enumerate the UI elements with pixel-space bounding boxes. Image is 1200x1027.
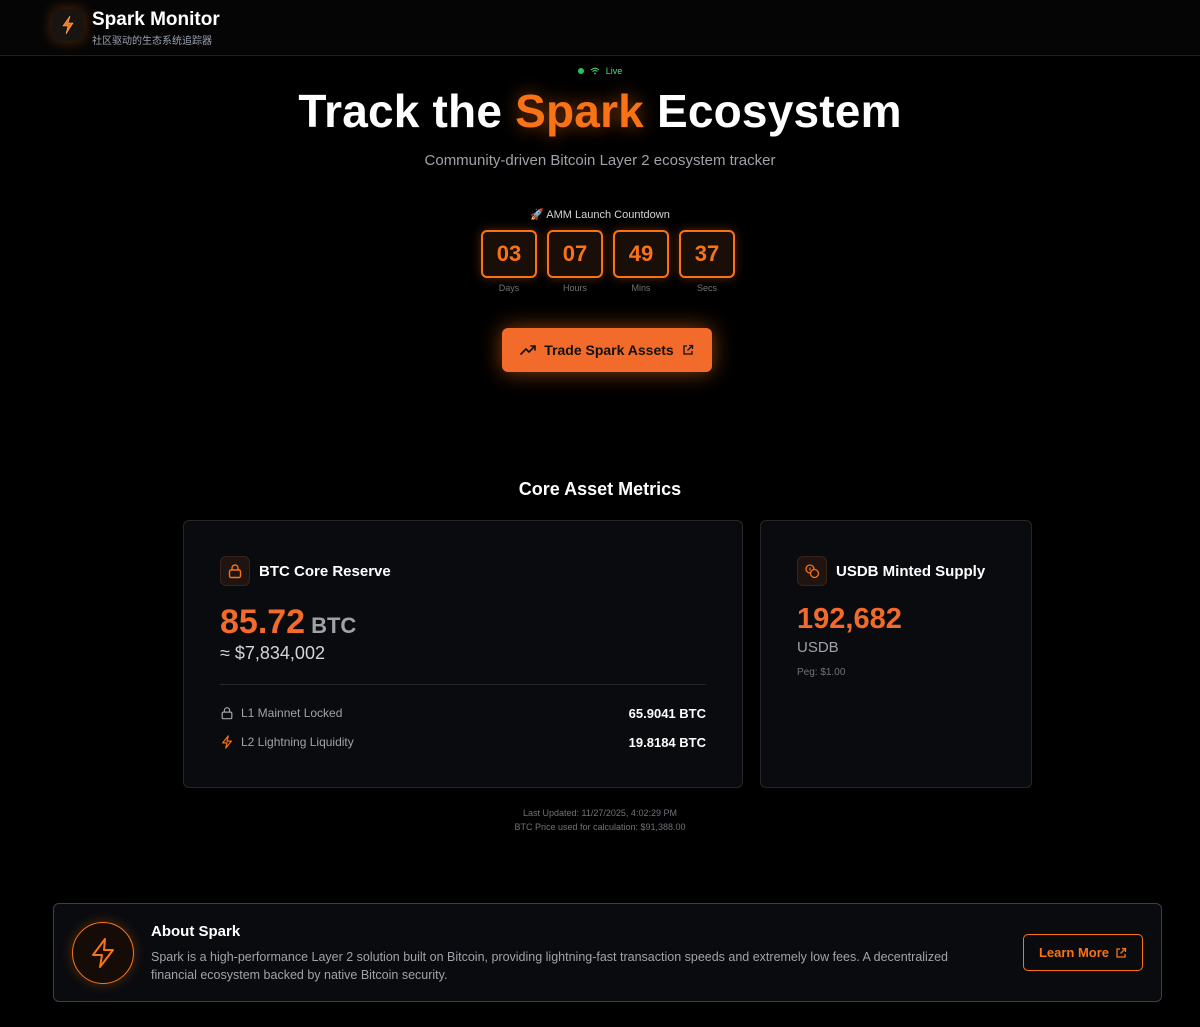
metric-row-label: L2 Lightning Liquidity (241, 735, 354, 749)
coins-icon (805, 564, 820, 579)
countdown-caption: Secs (696, 283, 717, 293)
lightning-icon (62, 15, 74, 35)
btc-unit: BTC (311, 613, 357, 638)
countdown-mins: 49 Mins (613, 230, 669, 293)
countdown-caption: Mins (631, 283, 651, 293)
live-indicator: Live (0, 66, 1200, 76)
metric-row-label-group: L1 Mainnet Locked (220, 706, 342, 720)
usdb-unit: USDB (797, 639, 839, 656)
divider (220, 684, 706, 685)
live-dot (577, 68, 584, 74)
metric-row-label-group: L2 Lightning Liquidity (220, 735, 354, 749)
live-label: Live (605, 66, 623, 76)
hero-title: Track the Spark Ecosystem (0, 84, 1200, 138)
usdb-minted-supply-card: USDB Minted Supply 192,682 USDB Peg: $1.… (760, 520, 1032, 788)
peg-label: Peg: $1.00 (797, 667, 846, 678)
trade-button-label: Trade Spark Assets (544, 342, 674, 358)
hero-title-accent: Spark (515, 85, 644, 137)
trending-up-icon (520, 345, 537, 355)
section-title: Core Asset Metrics (518, 479, 682, 499)
countdown-caption: Days (498, 283, 520, 293)
last-updated-time: Last Updated: 11/27/2025, 4:02:29 PM (523, 808, 677, 818)
countdown-hours: 07 Hours (547, 230, 603, 293)
lightning-icon (222, 735, 232, 749)
btc-usd-value: ≈ $7,834,002 (220, 643, 325, 663)
countdown-secs: 37 Secs (679, 230, 735, 293)
countdown-value: 37 (679, 230, 735, 278)
wifi-icon (590, 67, 600, 75)
trade-spark-assets-button[interactable]: Trade Spark Assets (502, 328, 712, 372)
card-title: USDB Minted Supply (836, 563, 986, 580)
about-icon-circle (72, 922, 134, 984)
logo[interactable] (52, 9, 84, 41)
countdown-value: 03 (481, 230, 537, 278)
countdown-caption: Hours (562, 283, 587, 293)
lock-icon (221, 707, 233, 720)
metric-row: L1 Mainnet Locked 65.9041 BTC (220, 704, 706, 722)
metric-row-label: L1 Mainnet Locked (241, 706, 343, 720)
usdb-supply-value: 192,682 (797, 603, 902, 635)
top-header: Spark Monitor 社区驱动的生态系统追踪器 (0, 0, 1200, 56)
hero-subtitle: Community-driven Bitcoin Layer 2 ecosyst… (424, 152, 776, 169)
metric-row-value: 19.8184 BTC (628, 734, 706, 750)
metric-row: L2 Lightning Liquidity 19.8184 BTC (220, 733, 706, 751)
external-link-icon (683, 344, 693, 355)
about-spark-panel: About Spark Spark is a high-performance … (53, 903, 1162, 1002)
hero-title-suffix: Ecosystem (643, 85, 902, 137)
hero-title-prefix: Track the (298, 85, 516, 137)
metric-row-value: 65.9041 BTC (628, 705, 706, 721)
btc-core-reserve-card: BTC Core Reserve 85.72 BTC ≈ $7,834,002 L… (183, 520, 743, 788)
brand-subtitle: 社区驱动的生态系统追踪器 (92, 36, 212, 47)
card-icon-chip (220, 556, 250, 586)
countdown-days: 03 Days (481, 230, 537, 293)
countdown-value: 49 (613, 230, 669, 278)
last-updated: Last Updated: 11/27/2025, 4:02:29 PM BTC… (0, 806, 1200, 834)
learn-more-label: Learn More (1038, 945, 1110, 960)
btc-price-note: BTC Price used for calculation: $91,388.… (514, 822, 686, 832)
about-text: Spark is a high-performance Layer 2 solu… (151, 950, 948, 982)
brand-title: Spark Monitor (92, 9, 220, 30)
external-link-icon (1116, 947, 1127, 958)
countdown-value: 07 (547, 230, 603, 278)
learn-more-button[interactable]: Learn More (1023, 934, 1143, 971)
card-icon-chip (797, 556, 827, 586)
card-title: BTC Core Reserve (259, 563, 391, 580)
btc-value: 85.72 (220, 603, 306, 641)
about-title: About Spark (151, 923, 241, 940)
lightning-icon (92, 938, 114, 968)
countdown-label: 🚀 AMM Launch Countdown (530, 209, 670, 221)
lock-icon (228, 564, 242, 579)
btc-reserve-value: 85.72 BTC (220, 603, 356, 642)
countdown: 03 Days 07 Hours 49 Mins 37 Secs (481, 230, 735, 293)
